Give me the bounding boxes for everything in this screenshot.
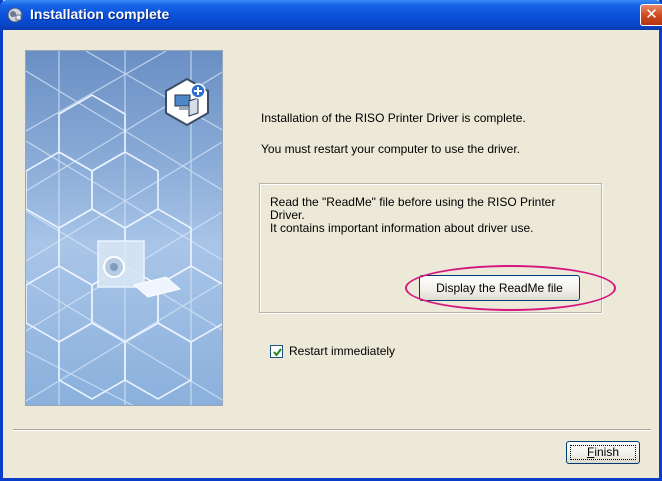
finish-button[interactable]: Finish [566, 441, 640, 464]
close-icon: ✕ [645, 6, 658, 23]
completion-message: Installation of the RISO Printer Driver … [261, 111, 526, 125]
close-button[interactable]: ✕ [640, 4, 662, 26]
installer-window: Installation complete ✕ Installation of … [0, 0, 662, 481]
computer-add-icon [165, 77, 209, 127]
checkmark-icon [273, 348, 282, 357]
readme-info: Read the "ReadMe" file before using the … [270, 196, 590, 235]
printer-cube-graphic [97, 240, 182, 298]
restart-checkbox[interactable] [270, 345, 283, 358]
display-readme-button[interactable]: Display the ReadMe file [419, 275, 580, 301]
restart-checkbox-label[interactable]: Restart immediately [289, 344, 395, 358]
window-title: Installation complete [30, 6, 170, 22]
restart-message: You must restart your computer to use th… [261, 142, 521, 156]
readme-text-1: Read the "ReadMe" file before using the … [270, 195, 556, 222]
readme-group: Read the "ReadMe" file before using the … [259, 183, 602, 313]
installer-icon [7, 7, 23, 23]
footer-divider [13, 429, 651, 431]
title-bar[interactable]: Installation complete ✕ [0, 0, 662, 30]
readme-text-2: It contains important information about … [270, 221, 534, 235]
finish-button-label: Finish [586, 445, 620, 459]
side-banner-image [25, 50, 223, 406]
